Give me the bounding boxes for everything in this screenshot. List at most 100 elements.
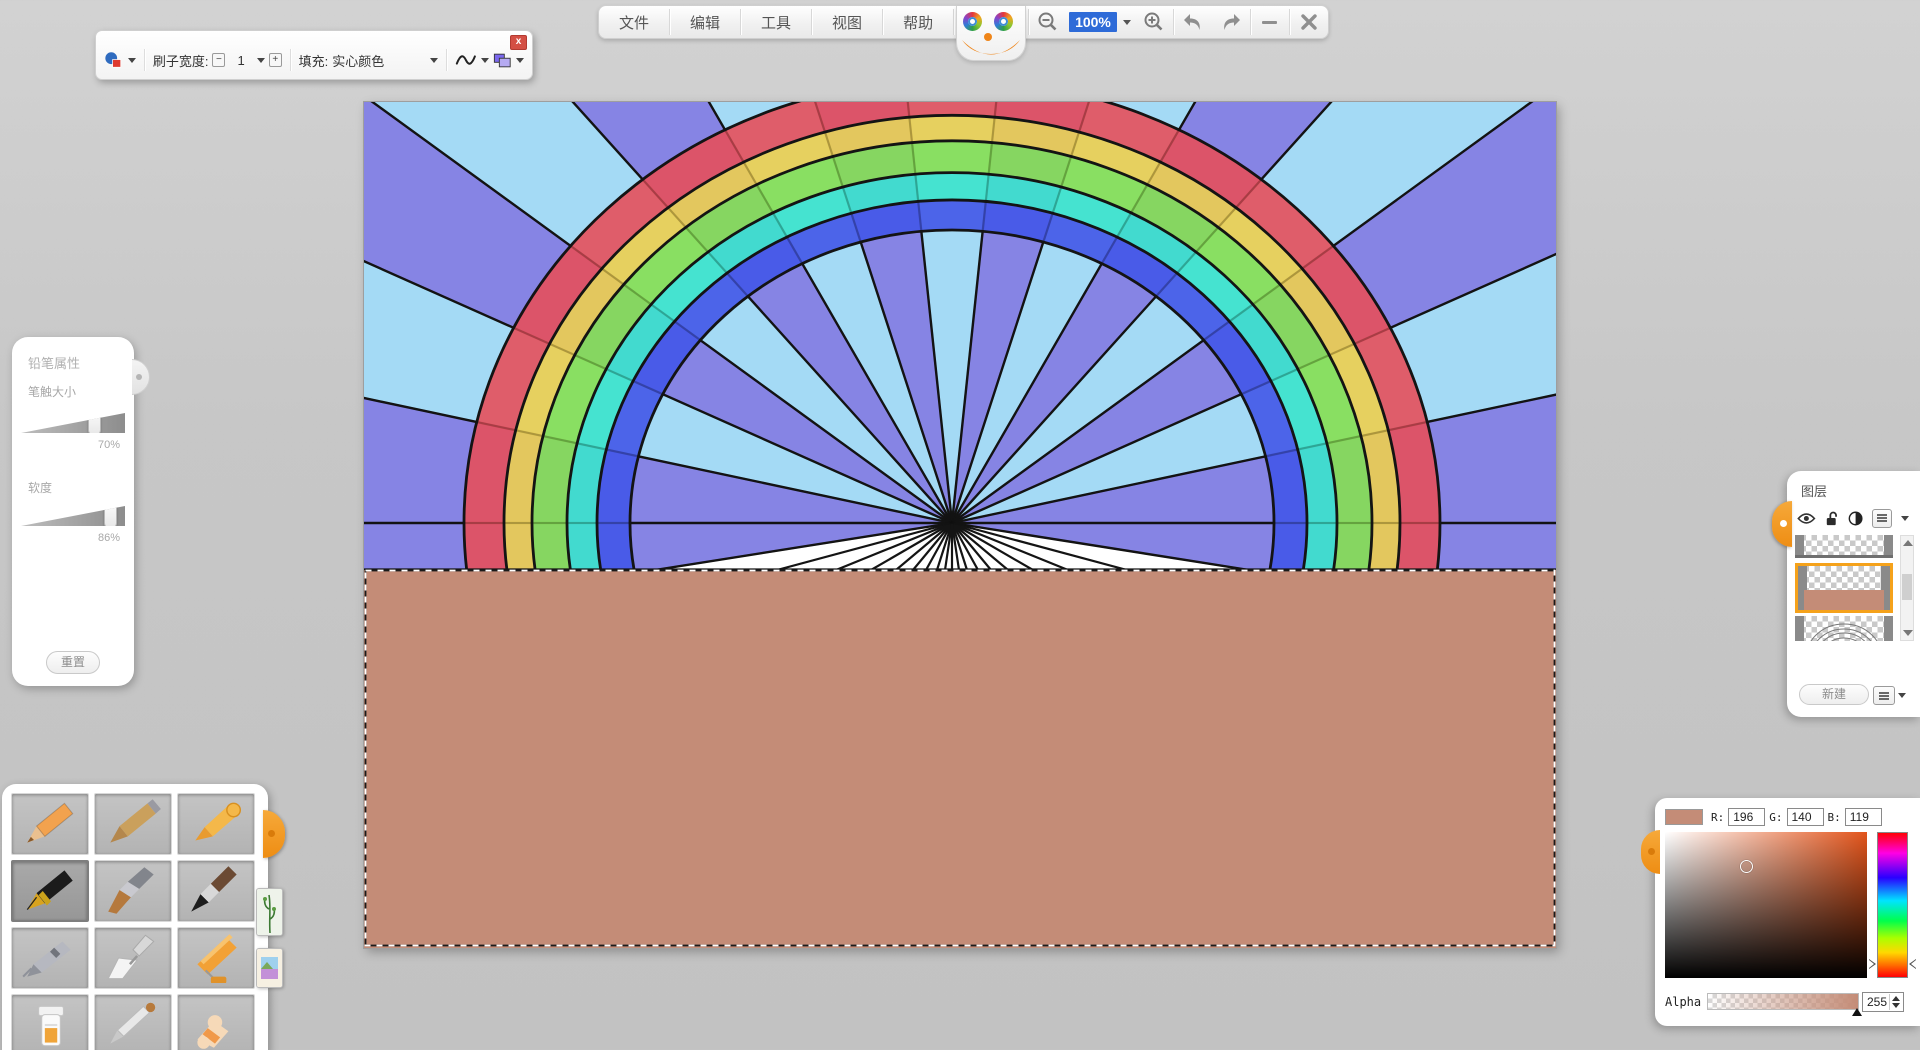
brush-size-label: 笔触大小 xyxy=(28,383,76,400)
menu-file[interactable]: 文件 xyxy=(599,6,669,38)
brush-width-value[interactable]: 1 xyxy=(229,53,253,68)
red-input[interactable] xyxy=(1728,808,1765,826)
menu-view[interactable]: 视图 xyxy=(812,6,882,38)
layer-item[interactable] xyxy=(1795,616,1893,641)
fill-mode-caret-icon[interactable] xyxy=(430,58,438,63)
alpha-slider[interactable] xyxy=(1707,993,1859,1010)
zoom-in-button[interactable] xyxy=(1135,6,1173,38)
color-cursor[interactable] xyxy=(1740,860,1753,873)
paint-roller-icon xyxy=(185,933,247,983)
tool-paint-roller-button[interactable] xyxy=(177,927,255,989)
menu-lines-icon xyxy=(1878,691,1890,701)
hue-marker-right-icon[interactable] xyxy=(1909,959,1916,969)
brush-width-decrease-button[interactable]: − xyxy=(212,53,225,67)
fill-mode-select[interactable]: 实心颜色 xyxy=(332,51,426,70)
layer-lock-icon[interactable] xyxy=(1825,510,1839,527)
tool-ink-brush-button[interactable] xyxy=(177,860,255,922)
ink-brush-icon xyxy=(185,866,247,916)
brush-size-slider-thumb[interactable] xyxy=(88,407,101,436)
panel-drawer-handle[interactable] xyxy=(132,359,150,395)
close-icon xyxy=(1301,14,1317,30)
hue-marker-left-icon[interactable] xyxy=(1869,959,1876,969)
tool-crayon-button[interactable] xyxy=(177,793,255,855)
layer-style-icon[interactable] xyxy=(493,52,512,69)
alpha-value-box: 255 xyxy=(1862,992,1904,1012)
layer-style-caret-icon[interactable] xyxy=(516,58,524,63)
softness-value: 86% xyxy=(98,532,120,544)
color-drawer-handle[interactable] xyxy=(1641,830,1660,874)
blue-input[interactable] xyxy=(1845,808,1882,826)
tool-paint-jar-button[interactable] xyxy=(11,994,89,1050)
brush-size-slider[interactable] xyxy=(21,413,125,433)
scroll-up-icon[interactable] xyxy=(1903,540,1913,546)
green-input[interactable] xyxy=(1787,808,1824,826)
menu-help[interactable]: 帮助 xyxy=(883,6,953,38)
shape-style-caret-icon[interactable] xyxy=(128,58,136,63)
plant-sample-thumbnail[interactable] xyxy=(256,888,283,936)
tool-eraser-button[interactable] xyxy=(177,994,255,1050)
undo-icon xyxy=(1181,12,1205,32)
brush-width-increase-button[interactable]: + xyxy=(269,53,282,67)
shape-style-icon[interactable] xyxy=(104,50,124,70)
layer-menu-caret-icon[interactable] xyxy=(1901,516,1909,521)
scrollbar-thumb[interactable] xyxy=(1902,574,1912,600)
charcoal-pencil-icon xyxy=(102,799,164,849)
menu-edit[interactable]: 编辑 xyxy=(670,6,740,38)
close-button[interactable] xyxy=(1290,6,1328,38)
undo-button[interactable] xyxy=(1174,6,1212,38)
tool-charcoal-pencil-button[interactable] xyxy=(94,793,172,855)
saturation-value-picker[interactable] xyxy=(1665,832,1867,978)
airbrush-icon xyxy=(19,933,81,983)
alpha-increase-icon[interactable] xyxy=(1892,996,1900,1001)
layer-item[interactable] xyxy=(1795,535,1893,558)
zoom-level-input[interactable]: 100% xyxy=(1069,12,1117,32)
layer-list-scrollbar[interactable] xyxy=(1900,535,1914,641)
zoom-out-icon xyxy=(1037,12,1059,32)
tool-palette-knife-button[interactable] xyxy=(94,927,172,989)
layer-blend-contrast-icon[interactable] xyxy=(1848,510,1863,527)
layers-options-caret-icon[interactable] xyxy=(1898,693,1906,698)
minimize-button[interactable] xyxy=(1251,6,1289,38)
pencil-panel-title: 铅笔属性 xyxy=(28,353,80,372)
brush-width-caret-icon[interactable] xyxy=(257,58,265,63)
red-label: R: xyxy=(1711,811,1724,824)
separator xyxy=(290,49,291,71)
image-sample-thumbnail[interactable] xyxy=(256,948,283,988)
alpha-decrease-icon[interactable] xyxy=(1892,1003,1900,1008)
layers-panel-title: 图层 xyxy=(1801,481,1827,500)
reset-button[interactable]: 重置 xyxy=(46,651,100,674)
clown-eye-icon xyxy=(963,12,982,31)
tool-liner-knife-button[interactable] xyxy=(94,994,172,1050)
softness-slider-thumb[interactable] xyxy=(104,500,117,529)
layers-panel: 图层 xyxy=(1787,471,1920,717)
pencil-icon xyxy=(19,799,81,849)
tool-airbrush-button[interactable] xyxy=(11,927,89,989)
layer-visibility-eye-icon[interactable] xyxy=(1797,511,1816,526)
redo-button[interactable] xyxy=(1212,6,1250,38)
layers-options-button[interactable] xyxy=(1873,686,1895,705)
line-style-caret-icon[interactable] xyxy=(481,58,489,63)
layers-drawer-handle[interactable] xyxy=(1772,501,1792,547)
palette-drawer-handle[interactable] xyxy=(263,810,285,858)
tool-flat-brush-button[interactable] xyxy=(94,860,172,922)
zoom-dropdown-caret-icon[interactable] xyxy=(1123,20,1131,25)
brush-size-value: 70% xyxy=(98,439,120,451)
scroll-down-icon[interactable] xyxy=(1903,630,1913,636)
zoom-out-button[interactable] xyxy=(1029,6,1067,38)
plant-icon xyxy=(257,889,282,935)
layer-item-selected[interactable] xyxy=(1795,563,1893,613)
alpha-value[interactable]: 255 xyxy=(1867,995,1887,1009)
blue-label: B: xyxy=(1828,811,1841,824)
tool-pencil-button[interactable] xyxy=(11,793,89,855)
layer-menu-button[interactable] xyxy=(1872,509,1892,528)
image-icon xyxy=(257,949,282,987)
alpha-marker-icon[interactable] xyxy=(1852,1008,1862,1016)
hue-slider[interactable] xyxy=(1877,832,1908,978)
menu-tools[interactable]: 工具 xyxy=(741,6,811,38)
line-style-icon[interactable] xyxy=(455,52,477,68)
tool-fountain-pen-button[interactable] xyxy=(11,860,89,922)
drawing-canvas[interactable] xyxy=(364,102,1556,948)
layer-thumbnail-ground xyxy=(1804,590,1884,610)
softness-slider[interactable] xyxy=(21,506,125,526)
new-layer-button[interactable]: 新建 xyxy=(1799,684,1869,705)
